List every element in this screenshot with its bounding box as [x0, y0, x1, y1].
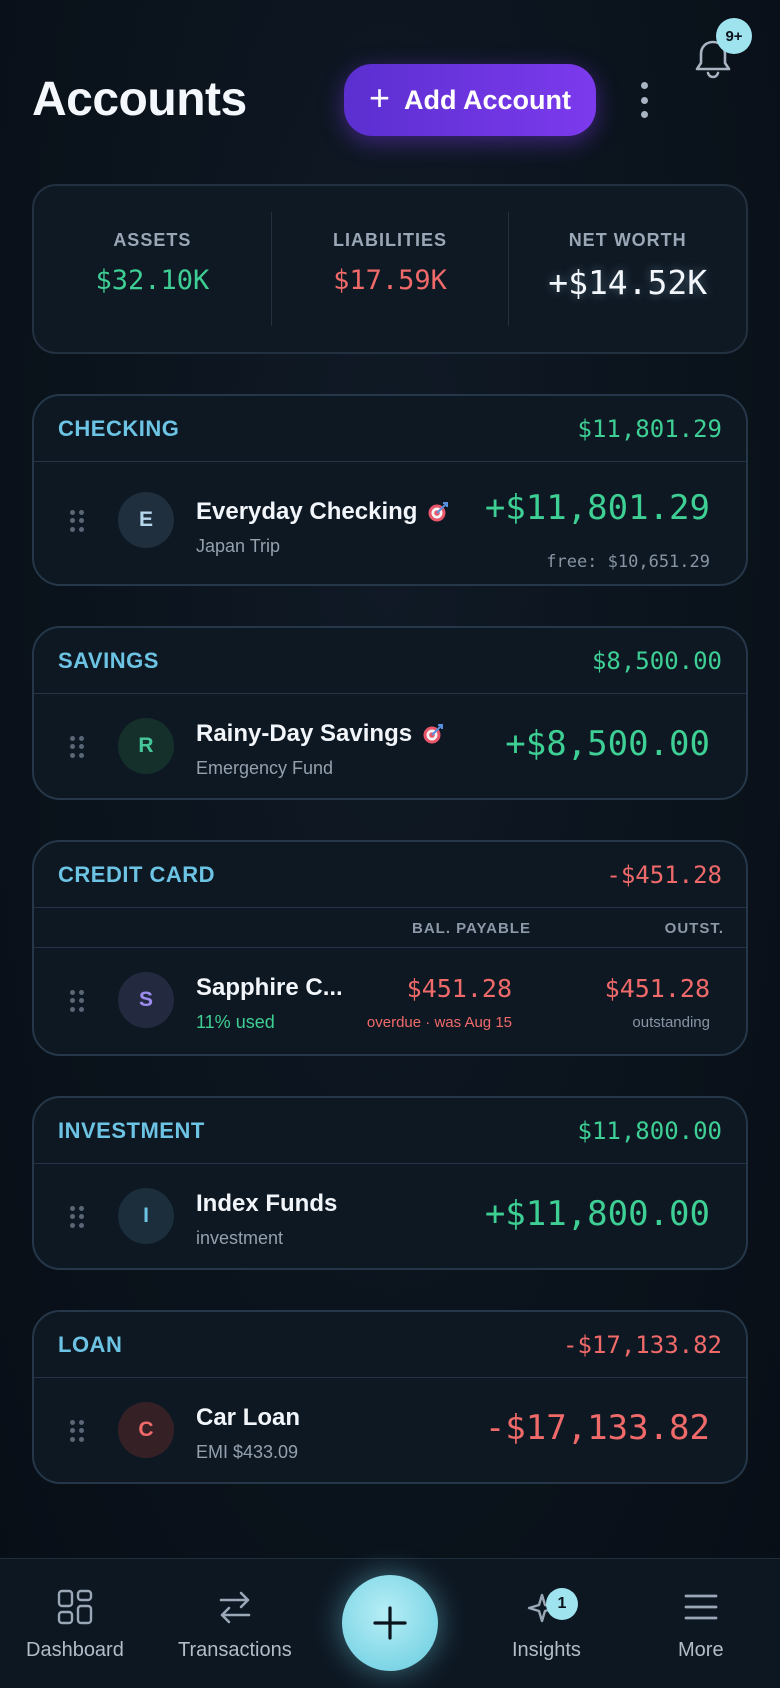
group-total: -$451.28	[606, 860, 722, 889]
account-name-text: Car Loan	[196, 1404, 301, 1431]
group-header[interactable]: SAVINGS $8,500.00	[34, 628, 746, 694]
swap-arrows-icon	[219, 1591, 251, 1624]
group-name: CREDIT CARD	[58, 861, 216, 887]
drag-handle-icon[interactable]	[70, 736, 84, 758]
group-credit-card: CREDIT CARD -$451.28 BAL. PAYABLE OUTST.…	[32, 840, 748, 1056]
group-total: $11,801.29	[577, 414, 723, 443]
header: 9+ Accounts + Add Account	[0, 0, 780, 170]
avatar: S	[118, 972, 174, 1028]
account-subtitle: investment	[196, 1228, 284, 1248]
account-row[interactable]: S Sapphire C... 11% used $451.28 overdue…	[34, 948, 746, 1054]
account-balance: -$17,133.82	[484, 1408, 710, 1448]
group-total: -$17,133.82	[563, 1330, 722, 1359]
account-free-balance: free: $10,651.29	[546, 552, 710, 572]
nav-more-label: More	[678, 1639, 724, 1661]
page-title: Accounts	[32, 73, 247, 126]
account-name-text: Sapphire C...	[196, 974, 343, 1001]
account-subtitle: Japan Trip	[196, 536, 281, 556]
account-row[interactable]: C Car Loan EMI $433.09 -$17,133.82	[34, 1378, 746, 1482]
nav-transactions[interactable]: Transactions	[178, 1587, 292, 1662]
account-subtitle: Emergency Fund	[196, 758, 334, 778]
account-name: Sapphire C...	[196, 974, 343, 1002]
add-transaction-fab[interactable]	[342, 1575, 438, 1671]
account-subtitle: EMI $433.09	[196, 1442, 299, 1462]
group-name: CHECKING	[58, 415, 180, 441]
assets-label: ASSETS	[113, 230, 192, 250]
account-name: Rainy-Day Savings	[196, 720, 444, 748]
nav-more[interactable]: More	[678, 1587, 724, 1662]
liabilities-summary: LIABILITIES $17.59K	[270, 212, 509, 326]
group-investment: INVESTMENT $11,800.00 I Index Funds inve…	[32, 1096, 748, 1270]
plus-icon	[373, 1606, 407, 1640]
account-balance: +$11,801.29	[484, 488, 710, 528]
group-name: INVESTMENT	[58, 1117, 205, 1143]
group-name: LOAN	[58, 1331, 123, 1357]
add-account-label: Add Account	[404, 84, 571, 115]
notification-badge: 9+	[716, 18, 752, 54]
nav-dashboard[interactable]: Dashboard	[26, 1587, 124, 1662]
account-row[interactable]: E Everyday Checking Japan Trip +$11,801.…	[34, 462, 746, 578]
payable-column-label: BAL. PAYABLE	[412, 920, 531, 937]
group-name: SAVINGS	[58, 647, 159, 673]
assets-value: $32.10K	[95, 265, 210, 296]
account-name-text: Everyday Checking	[196, 498, 418, 525]
group-savings: SAVINGS $8,500.00 R Rainy-Day Savings Em…	[32, 626, 748, 800]
avatar: C	[118, 1402, 174, 1458]
drag-handle-icon[interactable]	[70, 990, 84, 1012]
group-loan: LOAN -$17,133.82 C Car Loan EMI $433.09 …	[32, 1310, 748, 1484]
menu-icon	[684, 1594, 718, 1620]
grid-icon	[57, 1589, 93, 1625]
avatar: R	[118, 718, 174, 774]
more-vertical-icon[interactable]	[632, 82, 656, 118]
nav-insights-label: Insights	[512, 1639, 581, 1661]
account-name: Everyday Checking	[196, 498, 449, 526]
account-name-text: Index Funds	[196, 1190, 338, 1217]
target-icon	[423, 724, 444, 744]
account-balance: +$8,500.00	[505, 724, 710, 764]
outstanding-balance: $451.28	[604, 974, 710, 1003]
plus-icon: +	[368, 77, 391, 118]
net-worth-summary: NET WORTH +$14.52K	[508, 212, 746, 326]
credit-utilization: 11% used	[196, 1012, 275, 1032]
group-header[interactable]: CHECKING $11,801.29	[34, 396, 746, 462]
group-header[interactable]: CREDIT CARD -$451.28	[34, 842, 746, 908]
account-name: Index Funds	[196, 1190, 337, 1218]
nav-dashboard-label: Dashboard	[26, 1639, 124, 1661]
group-total: $8,500.00	[591, 646, 722, 675]
add-account-button[interactable]: + Add Account	[344, 64, 596, 136]
credit-columns-header: BAL. PAYABLE OUTST.	[34, 908, 746, 948]
net-worth-value: +$14.52K	[548, 263, 708, 302]
balance-payable: $451.28	[406, 974, 512, 1003]
avatar: E	[118, 492, 174, 548]
outstanding-column-label: OUTST.	[664, 920, 724, 937]
insights-badge: 1	[546, 1588, 578, 1620]
drag-handle-icon[interactable]	[70, 510, 84, 532]
account-name: Car Loan	[196, 1404, 300, 1432]
liabilities-value: $17.59K	[333, 265, 447, 296]
drag-handle-icon[interactable]	[70, 1206, 84, 1228]
account-row[interactable]: R Rainy-Day Savings Emergency Fund +$8,5…	[34, 694, 746, 798]
account-row[interactable]: I Index Funds investment +$11,800.00	[34, 1164, 746, 1268]
account-balance: +$11,800.00	[484, 1194, 710, 1234]
assets-summary: ASSETS $32.10K	[34, 186, 271, 352]
nav-transactions-label: Transactions	[178, 1639, 292, 1661]
drag-handle-icon[interactable]	[70, 1420, 84, 1442]
group-total: $11,800.00	[577, 1116, 723, 1145]
group-header[interactable]: LOAN -$17,133.82	[34, 1312, 746, 1378]
account-name-text: Rainy-Day Savings	[196, 720, 413, 747]
outstanding-note: outstanding	[632, 1014, 710, 1031]
summary-card: ASSETS $32.10K LIABILITIES $17.59K NET W…	[32, 184, 748, 354]
payable-note: overdue · was Aug 15	[366, 1014, 512, 1031]
liabilities-label: LIABILITIES	[333, 230, 447, 250]
target-icon	[428, 502, 449, 522]
group-checking: CHECKING $11,801.29 E Everyday Checking …	[32, 394, 748, 586]
group-header[interactable]: INVESTMENT $11,800.00	[34, 1098, 746, 1164]
avatar: I	[118, 1188, 174, 1244]
net-worth-label: NET WORTH	[568, 230, 687, 250]
